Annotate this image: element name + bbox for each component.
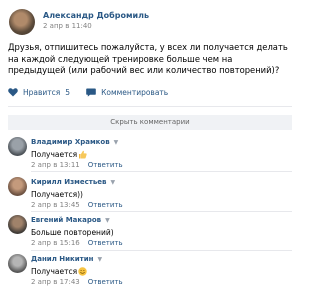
post-text: Друзья, отпишитесь пожалуйста, у всех ли… xyxy=(8,42,288,75)
caret-down-icon[interactable]: ▼ xyxy=(105,217,110,224)
reply-button[interactable]: Ответить xyxy=(88,161,123,169)
comment-text-row: Получается xyxy=(31,150,87,159)
divider xyxy=(31,250,292,251)
commenter-avatar[interactable] xyxy=(8,177,27,196)
commenter-name-row: Кирилл Изместьев ▼ xyxy=(31,178,115,186)
comment-meta: 2 апр в 13:11 Ответить xyxy=(31,161,123,169)
caret-down-icon[interactable]: ▼ xyxy=(97,256,102,263)
comment-meta: 2 апр в 15:16 Ответить xyxy=(31,239,123,247)
comment-meta: 2 апр в 17:43 Ответить xyxy=(31,278,123,286)
comment-meta: 2 апр в 13:45 Ответить xyxy=(31,201,123,209)
comment-text-row: Получается xyxy=(31,267,87,276)
divider xyxy=(31,171,292,172)
comment-date[interactable]: 2 апр в 13:45 xyxy=(31,201,80,209)
author-avatar[interactable] xyxy=(9,9,35,35)
commenter-name-row: Данил Никитин ▼ xyxy=(31,255,102,263)
like-label: Нравится xyxy=(23,88,61,97)
comment-date[interactable]: 2 апр в 15:16 xyxy=(31,239,80,247)
divider xyxy=(8,106,292,107)
smile-emoji-icon xyxy=(78,267,87,276)
post-actions: Нравится 5 Комментировать xyxy=(8,88,184,97)
comment-text: Получается)) xyxy=(31,190,83,199)
commenter-name[interactable]: Евгений Макаров xyxy=(31,216,101,224)
commenter-name[interactable]: Владимир Храмков xyxy=(31,138,110,146)
comment-date[interactable]: 2 апр в 13:11 xyxy=(31,161,80,169)
reply-button[interactable]: Ответить xyxy=(88,201,123,209)
like-count: 5 xyxy=(65,88,71,97)
commenter-name-row: Евгений Макаров ▼ xyxy=(31,216,110,224)
like-button[interactable]: Нравится 5 xyxy=(8,88,70,97)
comment-date[interactable]: 2 апр в 17:43 xyxy=(31,278,80,286)
divider xyxy=(31,211,292,212)
thumbs-up-icon xyxy=(79,150,87,159)
comment-item: Данил Никитин ▼ Получается 2 апр в 17:43 О… xyxy=(8,254,292,288)
hide-comments-button[interactable]: Скрыть комментарии xyxy=(8,115,292,130)
commenter-avatar[interactable] xyxy=(8,137,27,156)
comment-text: Больше повторений) xyxy=(31,228,114,237)
commenter-name[interactable]: Кирилл Изместьев xyxy=(31,178,106,186)
comment-text: Получается xyxy=(31,150,78,159)
comment-bubble-icon xyxy=(86,88,96,97)
comment-label: Комментировать xyxy=(101,88,169,97)
commenter-name[interactable]: Данил Никитин xyxy=(31,255,93,263)
comment-text: Получается xyxy=(31,267,78,276)
commenter-avatar[interactable] xyxy=(8,254,27,273)
commenter-avatar[interactable] xyxy=(8,215,27,234)
comment-button[interactable]: Комментировать xyxy=(86,88,168,97)
reply-button[interactable]: Ответить xyxy=(88,278,123,286)
post-date[interactable]: 2 апр в 11:40 xyxy=(43,22,92,30)
reply-button[interactable]: Ответить xyxy=(88,239,123,247)
caret-down-icon[interactable]: ▼ xyxy=(114,139,119,146)
caret-down-icon[interactable]: ▼ xyxy=(110,179,115,186)
heart-icon xyxy=(8,88,18,97)
commenter-name-row: Владимир Храмков ▼ xyxy=(31,138,118,146)
post-author-name[interactable]: Александр Добромиль xyxy=(43,11,149,20)
